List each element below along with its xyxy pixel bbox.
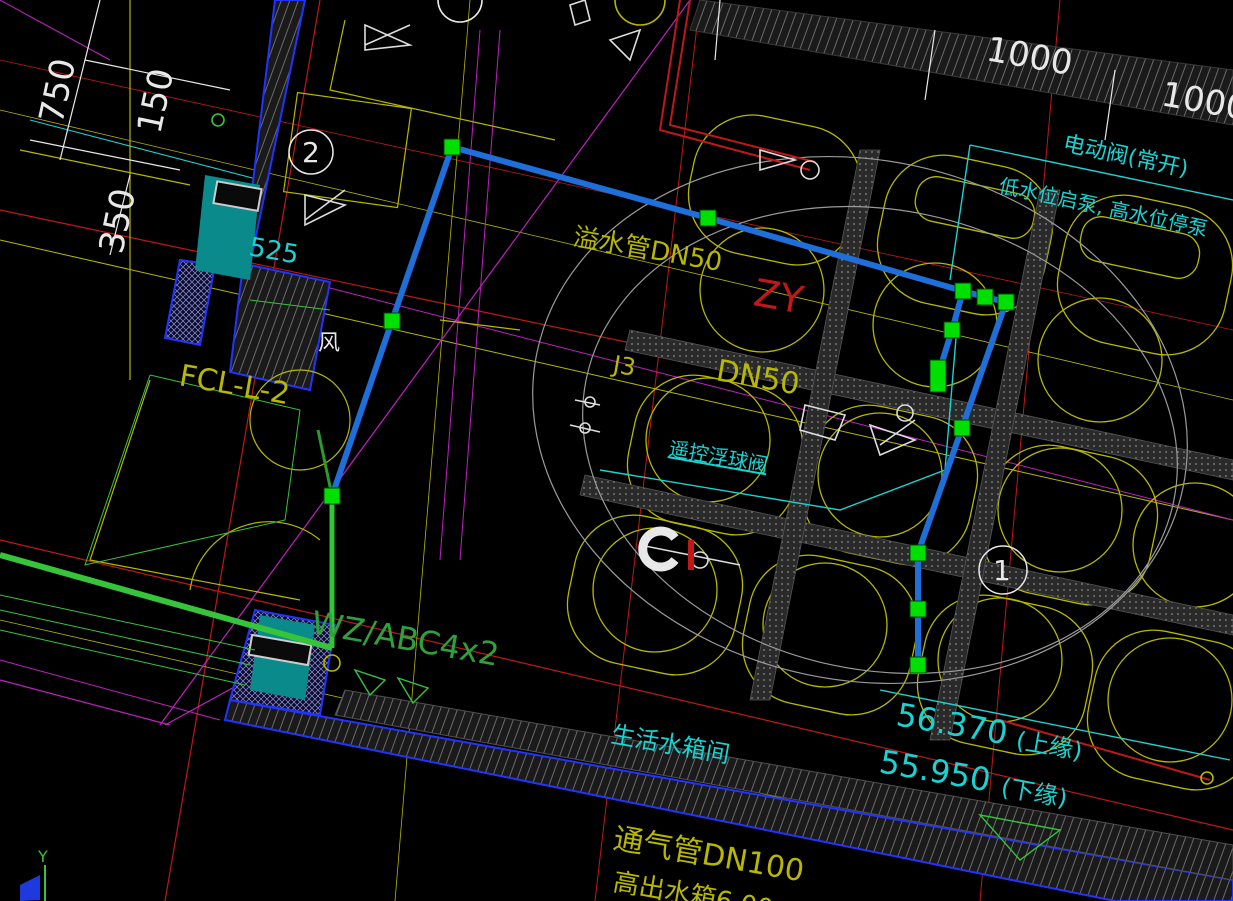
grip-handle bbox=[909, 656, 927, 674]
cable-lines bbox=[0, 594, 256, 686]
elevation-top-label: 56.370 bbox=[894, 695, 1011, 752]
zy-label: ZY bbox=[750, 271, 807, 323]
callout-2-label: 2 bbox=[302, 136, 320, 169]
dim-label-150: 150 bbox=[130, 65, 183, 137]
grip-handle bbox=[997, 293, 1015, 311]
ucs-icon: Y bbox=[20, 847, 48, 901]
cad-drawing-canvas[interactable]: 750 150 350 525 1000 1000 2 1 FCL-L-2 风 … bbox=[0, 0, 1233, 901]
cable-label: WZ/ABC4x2 bbox=[309, 603, 502, 673]
callout-1-label: 1 bbox=[993, 554, 1011, 587]
float-valve-label: 遥控浮球阀 bbox=[667, 436, 770, 477]
grip-handle bbox=[909, 544, 927, 562]
grip-handle bbox=[699, 209, 717, 227]
dim-label-525: 525 bbox=[247, 232, 301, 270]
grip-handle bbox=[953, 419, 971, 437]
grip-handle bbox=[323, 487, 341, 505]
ucs-y-label: Y bbox=[37, 847, 48, 866]
valve-symbols bbox=[211, 0, 1214, 785]
wind-label: 风 bbox=[318, 331, 340, 356]
motor-valve-label: 电动阀(常开) bbox=[1061, 131, 1191, 182]
dim-label-750: 750 bbox=[32, 55, 85, 127]
grip-handle bbox=[943, 321, 961, 339]
grip-handle bbox=[909, 600, 927, 618]
grip-handle bbox=[929, 359, 947, 393]
grip-handle bbox=[954, 282, 972, 300]
j3-label: J3 bbox=[609, 350, 638, 382]
grip-handle bbox=[976, 288, 994, 306]
dim-label-350: 350 bbox=[92, 185, 145, 257]
dn50-label: DN50 bbox=[714, 353, 803, 402]
grip-handle bbox=[383, 312, 401, 330]
grip-handle bbox=[443, 138, 461, 156]
